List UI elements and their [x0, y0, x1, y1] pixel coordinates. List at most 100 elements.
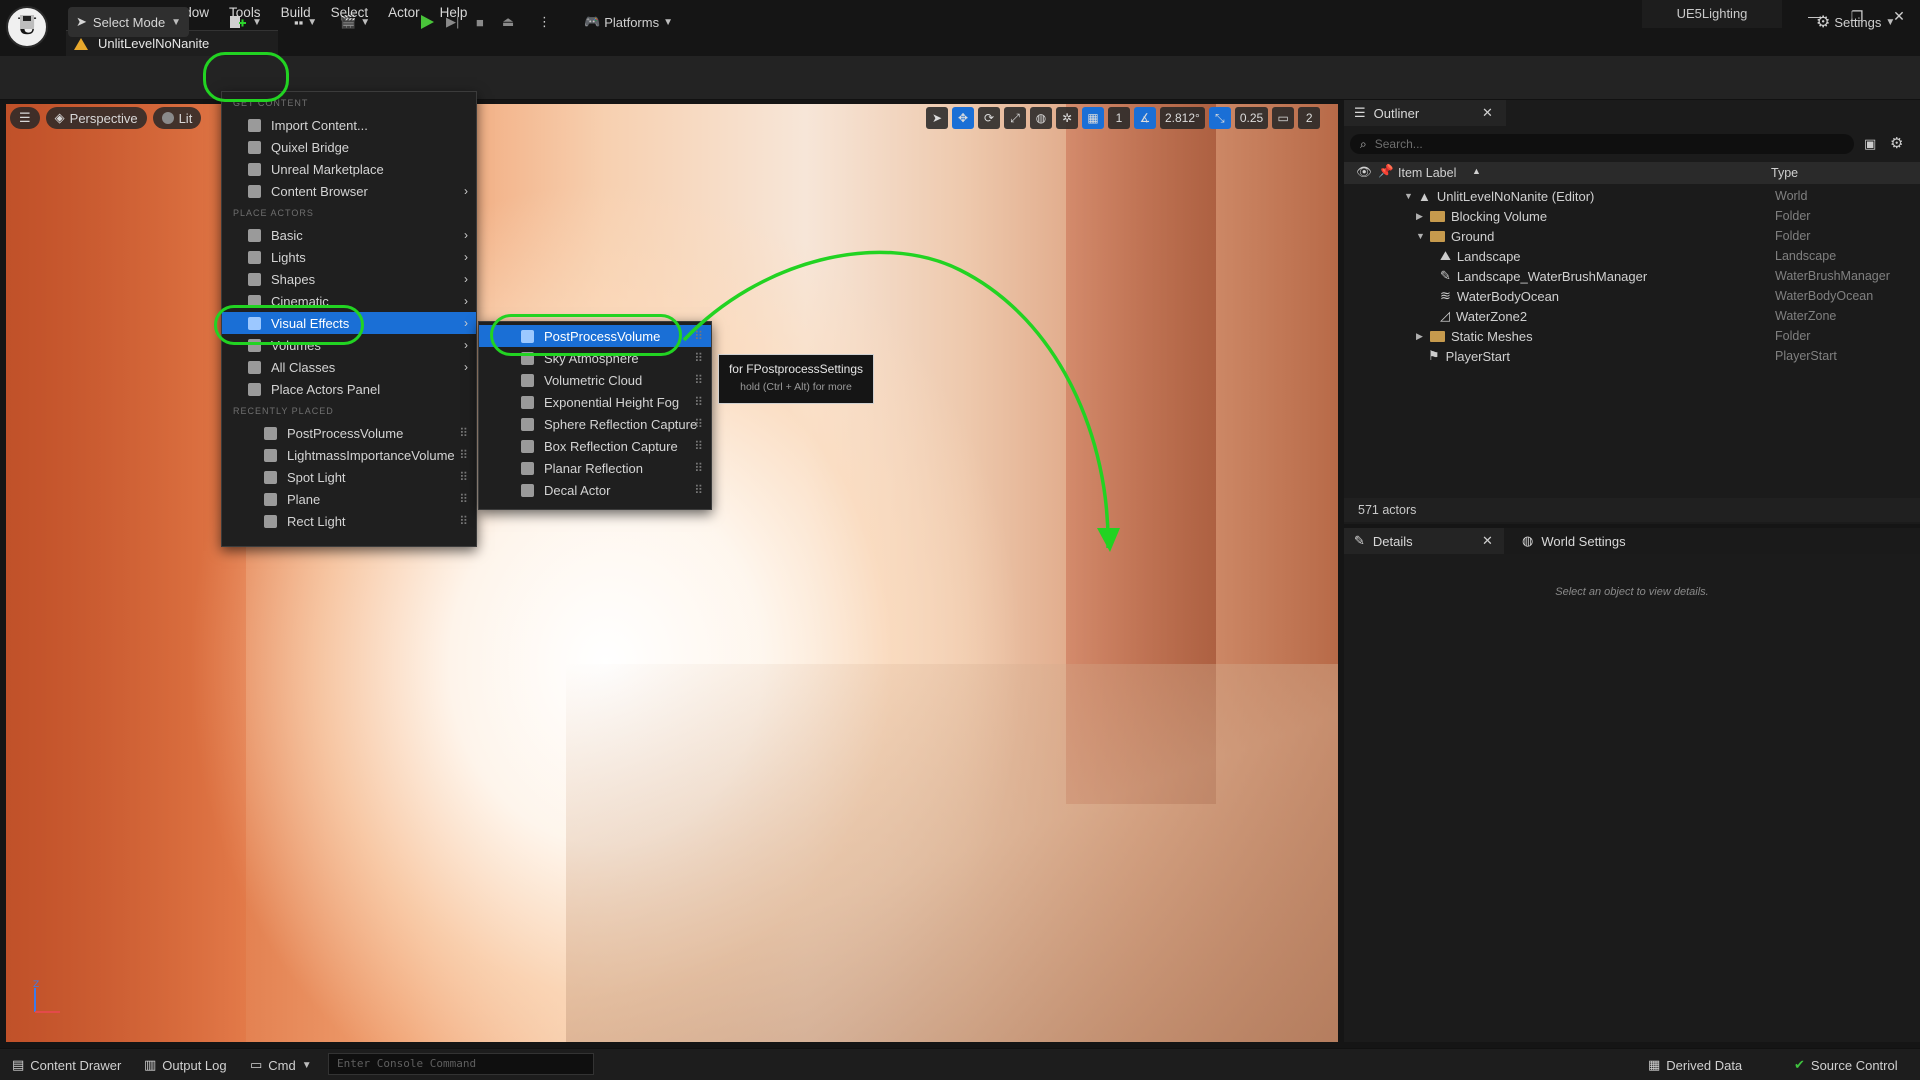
expand-arrow-icon[interactable]: ▶ — [1416, 211, 1426, 222]
drag-grip-icon[interactable]: ⠿ — [459, 492, 468, 506]
tree-row-label: UnlitLevelNoNanite (Editor) — [1436, 188, 1595, 204]
drag-grip-icon[interactable]: ⠿ — [459, 470, 468, 484]
tree-row-waterbodyocean[interactable]: ≋ WaterBodyOcean WaterBodyOcean — [1344, 286, 1920, 306]
scale-tool-icon[interactable]: ⤢ — [1004, 107, 1026, 129]
recent-plane[interactable]: Plane ⠿ — [222, 488, 476, 510]
camera-speed-value[interactable]: 2 — [1298, 107, 1321, 129]
submenu-exponential-height-fog[interactable]: Exponential Height Fog ⠿ — [479, 391, 711, 413]
menu-lights[interactable]: Lights › — [222, 246, 476, 268]
grid-snap-icon[interactable]: ▦ — [1082, 107, 1104, 129]
expand-arrow-icon[interactable]: ▶ — [1416, 331, 1426, 342]
tree-row-waterbrushmanager[interactable]: ✎ Landscape_WaterBrushManager WaterBrush… — [1344, 266, 1920, 286]
camera-speed-icon[interactable]: ▭ — [1272, 107, 1295, 129]
drag-grip-icon[interactable]: ⠿ — [694, 483, 703, 497]
recent-postprocessvolume[interactable]: PostProcessVolume ⠿ — [222, 422, 476, 444]
menu-import-content[interactable]: Import Content... — [222, 114, 476, 136]
platforms-label: Platforms — [604, 14, 660, 30]
tree-row-landscape[interactable]: ⛰ Landscape Landscape — [1344, 246, 1920, 266]
save-icon[interactable] — [12, 7, 42, 37]
more-options-button[interactable]: ⋮ — [532, 7, 557, 37]
submenu-decal-actor[interactable]: Decal Actor ⠿ — [479, 479, 711, 501]
visibility-eye-icon[interactable]: 👁 — [1356, 165, 1372, 180]
menu-quixel-bridge[interactable]: Quixel Bridge — [222, 136, 476, 158]
viewport-menu-button[interactable]: ☰ — [10, 107, 40, 129]
tree-row-playerstart[interactable]: ⚑ PlayerStart PlayerStart — [1344, 346, 1920, 366]
content-drawer-button[interactable]: ▤ Content Drawer — [12, 1054, 121, 1076]
add-folder-icon[interactable]: ▣ — [1864, 136, 1876, 152]
pencil-icon: ✎ — [1354, 533, 1365, 548]
drag-grip-icon[interactable]: ⠿ — [459, 514, 468, 528]
pin-icon[interactable]: 📌 — [1378, 164, 1394, 179]
expand-arrow-icon[interactable]: ▼ — [1416, 231, 1426, 241]
drag-grip-icon[interactable]: ⠿ — [694, 461, 703, 475]
recent-rect-light[interactable]: Rect Light ⠿ — [222, 510, 476, 532]
select-mode-button[interactable]: ➤ Select Mode ▼ — [68, 7, 190, 37]
rotation-snap-value[interactable]: 2.812° — [1160, 107, 1205, 129]
drag-grip-icon[interactable]: ⠿ — [694, 329, 703, 343]
select-tool-icon[interactable]: ➤ — [926, 107, 948, 129]
tree-row-world[interactable]: ▼ ▲ UnlitLevelNoNanite (Editor) World — [1344, 186, 1920, 206]
recent-spot-light[interactable]: Spot Light ⠿ — [222, 466, 476, 488]
world-space-icon[interactable]: ◍ — [1030, 107, 1052, 129]
menu-all-classes[interactable]: All Classes › — [222, 356, 476, 378]
outliner-search-input[interactable]: ⌕ Search... — [1350, 134, 1854, 154]
cmd-dropdown[interactable]: ▭ Cmd ▼ — [250, 1054, 312, 1076]
step-button[interactable]: ▶| — [440, 7, 465, 37]
stop-button[interactable]: ■ — [470, 7, 490, 37]
menu-unreal-marketplace[interactable]: Unreal Marketplace — [222, 158, 476, 180]
settings-button[interactable]: ⚙ Settings ▼ — [1810, 7, 1901, 37]
grid-snap-value[interactable]: 1 — [1108, 107, 1130, 129]
menu-shapes[interactable]: Shapes › — [222, 268, 476, 290]
scale-snap-icon[interactable]: ⤡ — [1208, 107, 1231, 129]
drag-grip-icon[interactable]: ⠿ — [694, 373, 703, 387]
tree-row-static-meshes[interactable]: ▶ Static Meshes Folder — [1344, 326, 1920, 346]
derived-data-button[interactable]: ▦ Derived Data — [1648, 1054, 1742, 1076]
close-icon[interactable]: ✕ — [1482, 105, 1493, 121]
source-control-button[interactable]: ✔ Source Control — [1794, 1054, 1898, 1076]
tree-row-ground[interactable]: ▼ Ground Folder — [1344, 226, 1920, 246]
scale-snap-value[interactable]: 0.25 — [1234, 107, 1269, 129]
menu-content-browser[interactable]: Content Browser › — [222, 180, 476, 202]
drag-grip-icon[interactable]: ⠿ — [459, 426, 468, 440]
translate-tool-icon[interactable]: ✥ — [952, 107, 974, 129]
cmd-label: Cmd — [268, 1057, 296, 1073]
tree-row-type: Folder — [1775, 209, 1811, 223]
drag-grip-icon[interactable]: ⠿ — [694, 417, 703, 431]
perspective-button[interactable]: ◈ Perspective — [45, 107, 147, 129]
eject-button[interactable]: ⏏ — [496, 7, 520, 37]
drag-grip-icon[interactable]: ⠿ — [694, 439, 703, 453]
close-icon[interactable]: ✕ — [1482, 533, 1493, 549]
tree-row-waterzone2[interactable]: ◿ WaterZone2 WaterZone — [1344, 306, 1920, 326]
submenu-sphere-reflection-capture[interactable]: Sphere Reflection Capture ⠿ — [479, 413, 711, 435]
submenu-box-reflection-capture[interactable]: Box Reflection Capture ⠿ — [479, 435, 711, 457]
add-actor-button[interactable]: ▼ — [222, 7, 268, 37]
chevron-right-icon: › — [464, 272, 468, 286]
rotate-tool-icon[interactable]: ⟳ — [978, 107, 1000, 129]
drag-grip-icon[interactable]: ⠿ — [694, 395, 703, 409]
play-button[interactable] — [412, 7, 442, 37]
menu-place-actors-panel[interactable]: Place Actors Panel — [222, 378, 476, 400]
level-viewport[interactable] — [6, 104, 1338, 1042]
recent-lightmassimportancevolume[interactable]: LightmassImportanceVolume ⠿ — [222, 444, 476, 466]
drag-grip-icon[interactable]: ⠿ — [694, 351, 703, 365]
drag-grip-icon[interactable]: ⠿ — [459, 448, 468, 462]
world-settings-tab[interactable]: ◍ World Settings — [1512, 528, 1672, 554]
item-label-column[interactable]: Item Label — [1398, 166, 1456, 180]
blueprint-button[interactable]: ▪▪ ▼ — [288, 7, 323, 37]
cinematics-button[interactable]: 🎬 ▼ — [334, 7, 376, 37]
gear-icon[interactable]: ⚙ — [1890, 134, 1903, 152]
surface-snap-icon[interactable]: ✲ — [1056, 107, 1078, 129]
expand-arrow-icon[interactable]: ▼ — [1404, 191, 1414, 201]
tree-row-blocking-volume[interactable]: ▶ Blocking Volume Folder — [1344, 206, 1920, 226]
output-log-button[interactable]: ▥ Output Log — [144, 1054, 227, 1076]
platforms-button[interactable]: 🎮 Platforms ▼ — [578, 7, 679, 37]
rotation-snap-icon[interactable]: ∡ — [1134, 107, 1156, 129]
submenu-volumetric-cloud[interactable]: Volumetric Cloud ⠿ — [479, 369, 711, 391]
type-column[interactable]: Type — [1771, 166, 1798, 180]
console-input[interactable]: Enter Console Command — [328, 1053, 594, 1075]
play-icon — [421, 15, 434, 29]
submenu-planar-reflection[interactable]: Planar Reflection ⠿ — [479, 457, 711, 479]
menu-basic[interactable]: Basic › — [222, 224, 476, 246]
lit-button[interactable]: Lit — [152, 107, 202, 129]
details-tab[interactable]: ✎ Details — [1344, 528, 1504, 554]
